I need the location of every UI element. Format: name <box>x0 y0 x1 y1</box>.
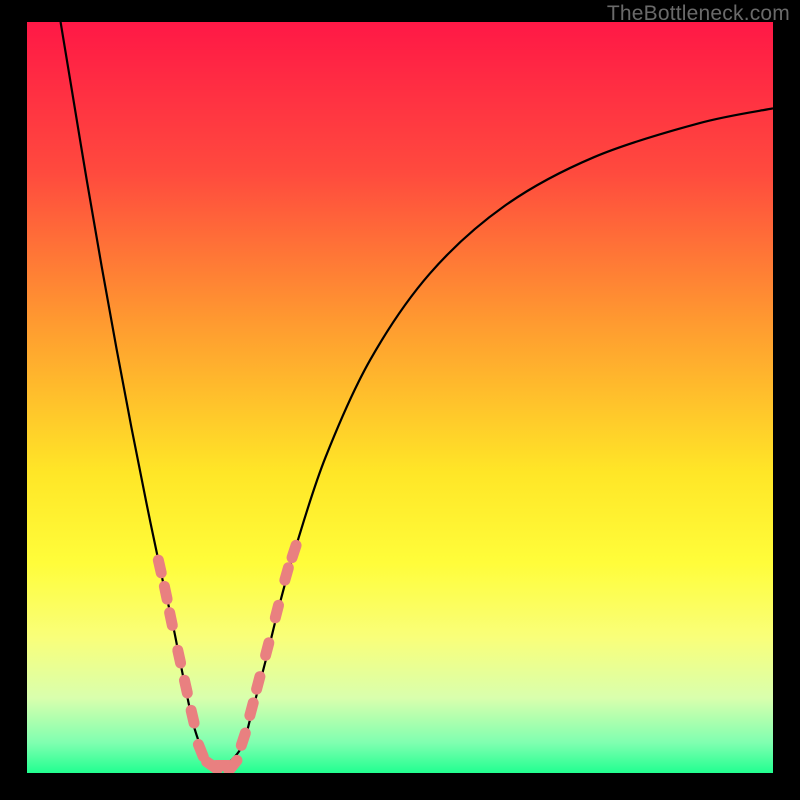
watermark-text: TheBottleneck.com <box>607 2 790 26</box>
bottleneck-chart <box>27 22 773 773</box>
chart-frame <box>27 22 773 773</box>
